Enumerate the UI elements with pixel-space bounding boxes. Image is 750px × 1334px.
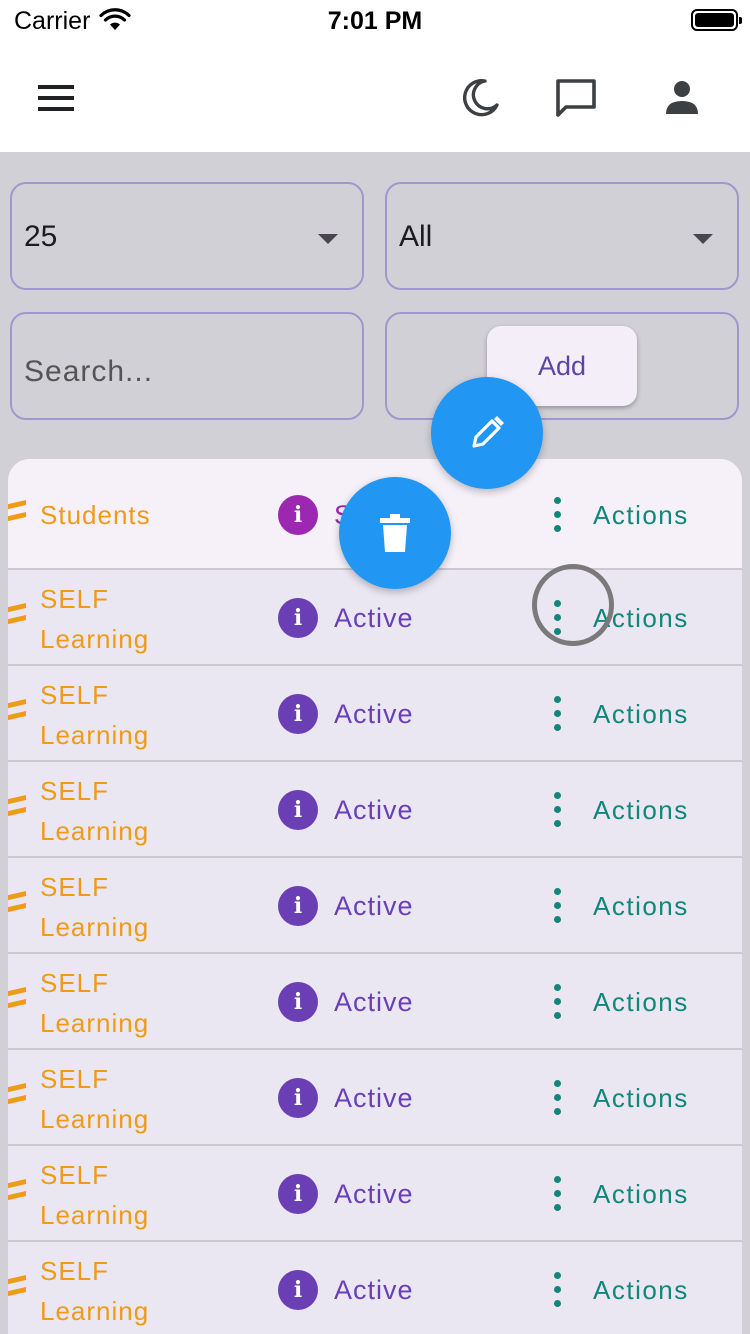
status-filter-value: All [399, 220, 433, 253]
info-icon[interactable]: i [278, 1174, 318, 1214]
row-status: Active [334, 699, 414, 729]
table-row[interactable]: SELF Learning i Active Actions [8, 858, 742, 954]
clock: 7:01 PM [327, 7, 423, 35]
touch-ripple-indicator [532, 564, 614, 646]
pencil-icon [472, 416, 504, 448]
info-icon[interactable]: i [278, 982, 318, 1022]
trash-icon [380, 514, 410, 552]
info-icon[interactable]: i [278, 694, 318, 734]
row-title-line1: SELF [40, 1256, 110, 1286]
more-vertical-icon[interactable] [550, 1272, 564, 1308]
row-status: Active [334, 603, 414, 633]
row-actions-label[interactable]: Actions [593, 1179, 689, 1210]
table-row[interactable]: SELF Learning i Active Actions [8, 1242, 742, 1334]
school-icon [8, 499, 26, 521]
row-actions-label[interactable]: Actions [593, 891, 689, 922]
info-icon[interactable]: i [278, 1270, 318, 1310]
search-input[interactable] [24, 344, 344, 400]
school-icon [8, 1275, 26, 1297]
more-vertical-icon[interactable] [550, 984, 564, 1020]
header-students-label: Students [40, 500, 151, 530]
students-table: Students i S Actions SELFLearningiActive… [8, 459, 742, 1334]
table-row[interactable]: SELF Learning i Active Actions [8, 1146, 742, 1242]
row-actions-label[interactable]: Actions [593, 1083, 689, 1114]
school-icon [8, 1083, 26, 1105]
school-icon [8, 603, 26, 625]
school-icon [8, 795, 26, 817]
delete-fab[interactable] [339, 477, 451, 589]
row-status: Active [334, 987, 414, 1017]
status-bar: Carrier 7:01 PM [0, 0, 750, 42]
info-icon[interactable]: i [278, 1078, 318, 1118]
row-title-line2: Learning [40, 1104, 150, 1134]
hamburger-menu-icon[interactable] [28, 70, 84, 126]
row-status: Active [334, 1275, 414, 1305]
row-title-line1: SELF [40, 680, 110, 710]
school-icon [8, 1179, 26, 1201]
info-icon[interactable]: i [278, 886, 318, 926]
table-row[interactable]: SELF Learning i Active Actions [8, 666, 742, 762]
row-title-line2: Learning [40, 1200, 150, 1230]
info-icon[interactable]: i [278, 790, 318, 830]
more-vertical-icon[interactable] [550, 497, 564, 533]
row-title-line2: Learning [40, 912, 150, 942]
page-size-dropdown[interactable]: 25 [10, 182, 364, 290]
search-field[interactable] [10, 312, 364, 420]
row-title-line2: Learning [40, 720, 150, 750]
table-row[interactable]: SELF Learning i Active Actions [8, 1050, 742, 1146]
table-row[interactable]: SELF Learning i Active Actions [8, 954, 742, 1050]
chat-bubble-icon[interactable] [548, 70, 604, 126]
row-title-line1: SELF [40, 776, 110, 806]
row-actions-label[interactable]: Actions [593, 795, 689, 826]
page-size-value: 25 [24, 220, 58, 253]
more-vertical-icon[interactable] [550, 1176, 564, 1212]
row-title-line2: Learning [40, 816, 150, 846]
status-filter-dropdown[interactable]: All [385, 182, 739, 290]
row-title-line1: SELF [40, 1160, 110, 1190]
row-status: Active [334, 891, 414, 921]
school-icon [8, 891, 26, 913]
row-title-line2: Learning [40, 624, 150, 654]
header-actions-label[interactable]: Actions [593, 500, 689, 531]
battery-icon [691, 9, 742, 31]
more-vertical-icon[interactable] [550, 1080, 564, 1116]
row-status: Active [334, 1179, 414, 1209]
more-vertical-icon[interactable] [550, 792, 564, 828]
school-icon [8, 699, 26, 721]
more-vertical-icon[interactable] [550, 696, 564, 732]
dropdown-arrow-icon [318, 234, 338, 244]
edit-fab[interactable] [431, 377, 543, 489]
more-vertical-icon[interactable] [550, 888, 564, 924]
moon-icon[interactable] [452, 70, 508, 126]
row-title-line2: Learning [40, 1008, 150, 1038]
row-title-line1: SELF [40, 872, 110, 902]
app-bar [0, 42, 750, 152]
row-status: Active [334, 795, 414, 825]
info-icon[interactable]: i [278, 598, 318, 638]
info-icon[interactable]: i [278, 495, 318, 535]
school-icon [8, 987, 26, 1009]
row-status: Active [334, 1083, 414, 1113]
dropdown-arrow-icon [693, 234, 713, 244]
table-row[interactable]: SELF Learning i Active Actions [8, 762, 742, 858]
row-actions-label[interactable]: Actions [593, 987, 689, 1018]
row-title-line1: SELF [40, 1064, 110, 1094]
row-title-line2: Learning [40, 1296, 150, 1326]
row-title-line1: SELF [40, 584, 110, 614]
person-icon[interactable] [654, 70, 710, 126]
row-title-line1: SELF [40, 968, 110, 998]
row-actions-label[interactable]: Actions [593, 699, 689, 730]
row-actions-label[interactable]: Actions [593, 1275, 689, 1306]
